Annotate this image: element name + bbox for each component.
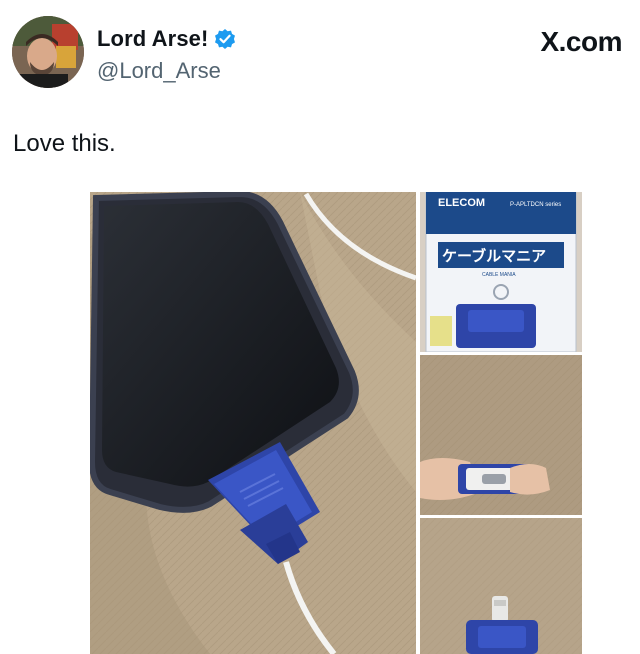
avatar-image xyxy=(12,16,84,88)
package-title: ケーブルマニア xyxy=(442,247,546,265)
adapter-in-hand-photo xyxy=(420,355,582,515)
author-avatar[interactable] xyxy=(12,16,84,88)
tweet-media-photo[interactable]: ELECOM P-APLTDCN series ケーブルマニア CABLE MA… xyxy=(90,192,582,654)
author-name-row: Lord Arse! xyxy=(97,26,236,52)
lightning-connector-photo xyxy=(420,518,582,654)
package-subtitle: CABLE MANIA xyxy=(482,272,516,278)
author-handle[interactable]: @Lord_Arse xyxy=(97,58,221,84)
verified-badge-icon xyxy=(214,28,236,50)
tweet-header: Lord Arse! @Lord_Arse X.com xyxy=(12,14,628,92)
package-photo: ELECOM P-APLTDCN series ケーブルマニア CABLE MA… xyxy=(420,192,582,353)
author-display-name[interactable]: Lord Arse! xyxy=(97,26,208,52)
package-series: P-APLTDCN series xyxy=(510,202,561,208)
package-brand: ELECOM xyxy=(438,197,485,209)
x-brand-logo: X.com xyxy=(540,26,622,57)
main-photo-phone-with-vga-adapter xyxy=(90,192,417,654)
tweet-text: Love this. xyxy=(13,130,116,157)
